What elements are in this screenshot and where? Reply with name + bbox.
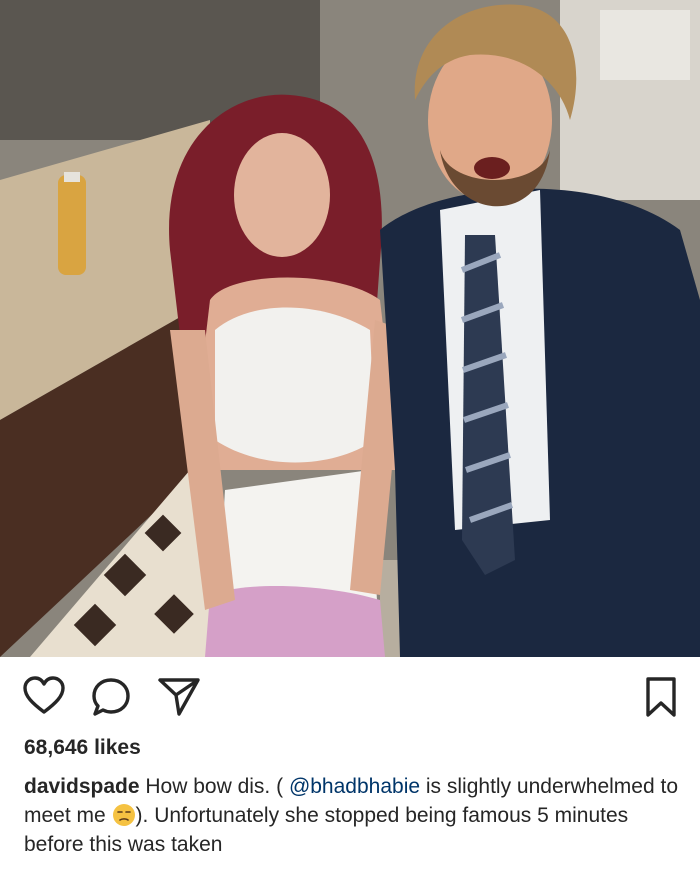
- bookmark-icon[interactable]: [644, 676, 678, 723]
- caption-mention[interactable]: @bhadbhabie: [289, 775, 420, 798]
- post-actions-bar: [0, 676, 700, 720]
- caption-username[interactable]: davidspade: [24, 775, 140, 798]
- caption-text-1: How bow dis. (: [139, 775, 289, 798]
- photo-illustration: [0, 0, 700, 657]
- heart-icon[interactable]: [22, 676, 66, 721]
- comment-bubble-icon[interactable]: [90, 676, 132, 723]
- paper-plane-icon[interactable]: [157, 676, 201, 723]
- unamused-face-emoji: [112, 803, 136, 827]
- post-caption: davidspade How bow dis. ( @bhadbhabie is…: [24, 772, 684, 859]
- likes-count[interactable]: 68,646 likes: [24, 736, 141, 760]
- post-photo[interactable]: [0, 0, 700, 657]
